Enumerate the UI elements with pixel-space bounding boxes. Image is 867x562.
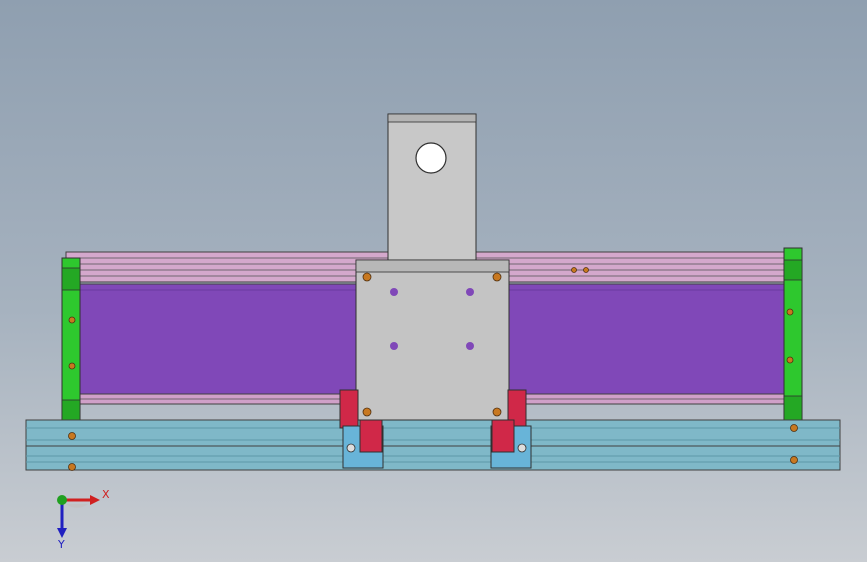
base-rails[interactable] xyxy=(25,419,841,471)
screw xyxy=(68,316,76,324)
bracket-hole xyxy=(415,142,447,174)
carriage-plate xyxy=(355,259,510,421)
triad-origin xyxy=(57,495,67,505)
screw xyxy=(786,308,794,316)
base-rail-lower xyxy=(25,445,841,471)
bracket-plate xyxy=(387,113,477,263)
screw xyxy=(492,407,502,417)
screw xyxy=(68,463,76,471)
screw xyxy=(790,456,798,464)
screw xyxy=(362,272,372,282)
base-rail-upper xyxy=(25,419,841,447)
screw xyxy=(68,362,76,370)
cad-viewport[interactable]: X Y xyxy=(0,0,867,562)
coordinate-triad: X Y xyxy=(57,488,110,551)
triad-x-label: X xyxy=(102,488,110,501)
carriage-hole xyxy=(466,288,474,296)
carriage-hole xyxy=(466,342,474,350)
screw xyxy=(68,432,76,440)
screw xyxy=(362,407,372,417)
triad-y-label: Y xyxy=(57,538,65,551)
screw xyxy=(790,424,798,432)
carriage-hole xyxy=(390,342,398,350)
carriage-hole xyxy=(390,288,398,296)
screw xyxy=(492,272,502,282)
cad-model-drawing[interactable]: X Y xyxy=(0,0,867,562)
screw xyxy=(786,356,794,364)
screw xyxy=(583,267,589,273)
left-clamp xyxy=(339,389,359,429)
screw xyxy=(571,267,577,273)
top-bracket[interactable] xyxy=(387,113,477,263)
